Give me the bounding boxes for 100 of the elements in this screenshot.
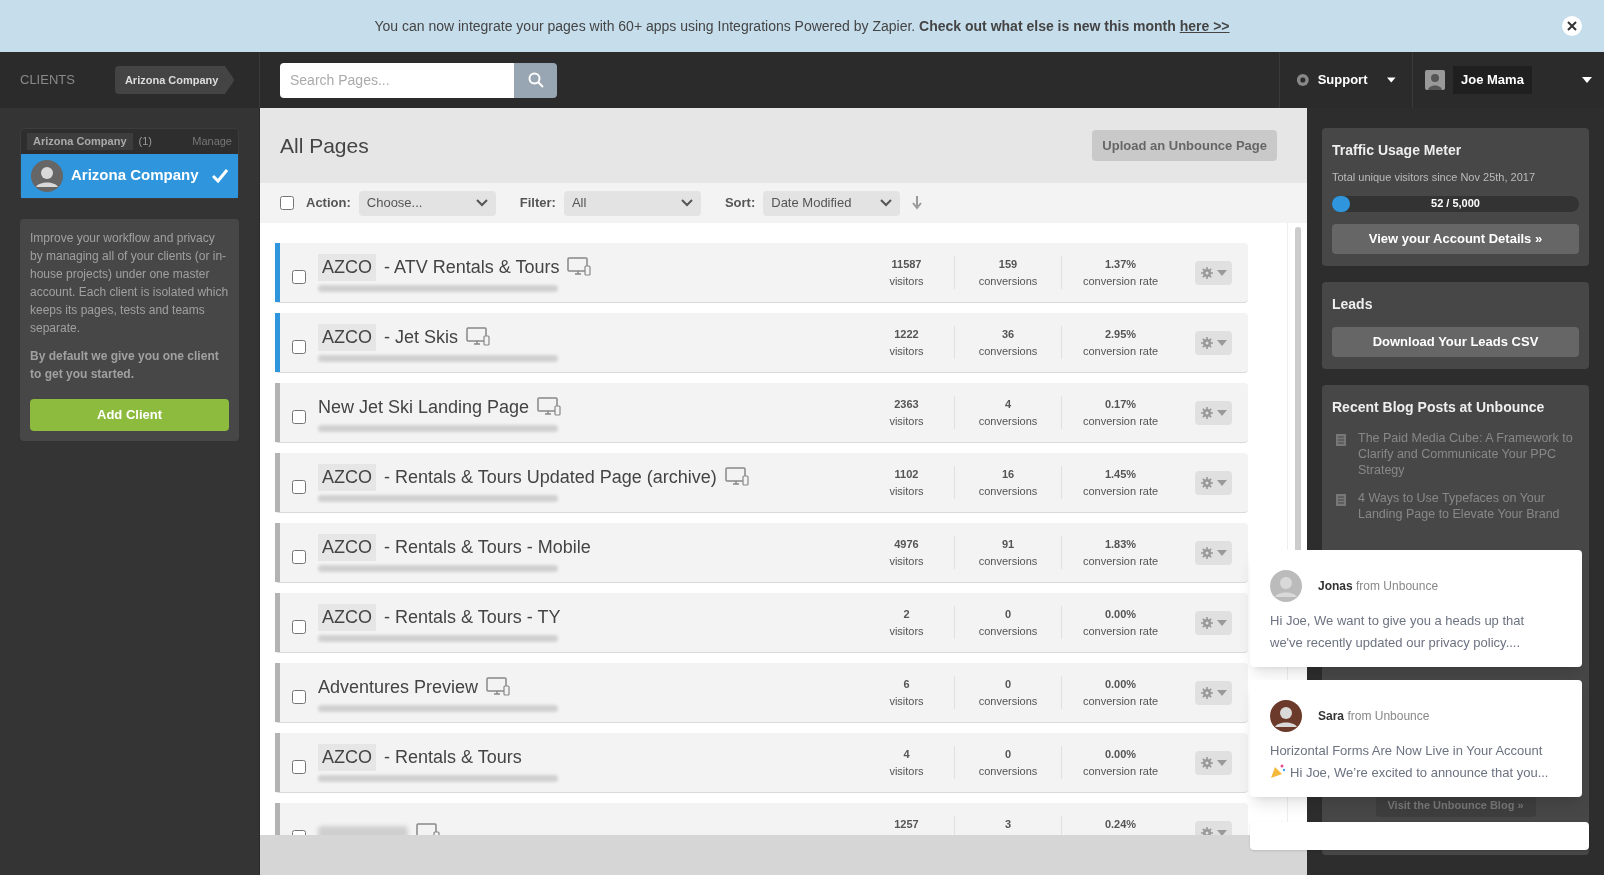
page-name[interactable]: - Rentals & Tours xyxy=(384,743,522,771)
stat-value: 0.00% xyxy=(1104,677,1137,692)
stat-label: conversion rate xyxy=(1082,763,1159,779)
stat-label: conversion rate xyxy=(1082,273,1159,289)
stat-value: 1257 xyxy=(894,817,919,833)
stat-label: visitors xyxy=(889,413,924,429)
stat-label: conversions xyxy=(978,623,1038,639)
page-name[interactable]: Adventures Preview xyxy=(318,673,479,701)
stat-label: conversion rate xyxy=(1082,413,1159,429)
page-name[interactable]: - ATV Rentals & Tours xyxy=(384,253,560,281)
stat-value: 0 xyxy=(1004,677,1012,692)
page-row[interactable]: New Jet Ski Landing Page 2363 visitors 4 conversions 0.17% conversion rate xyxy=(275,383,1248,443)
stat-value: 159 xyxy=(998,257,1018,272)
stat-label: conversions xyxy=(978,343,1038,359)
stat-label: conversion rate xyxy=(1082,483,1159,499)
stat-label: visitors xyxy=(889,343,924,359)
sort-dropdown[interactable]: Date Modified xyxy=(763,190,901,216)
stat-value: 3 xyxy=(1004,817,1012,833)
client-group-name: Arizona Company xyxy=(27,133,133,150)
stat-label: visitors xyxy=(889,693,924,709)
stat-value: 6 xyxy=(903,677,910,692)
stat-value: 1.37% xyxy=(1104,257,1137,272)
stat-label: conversions xyxy=(978,763,1038,779)
stat-value: 1222 xyxy=(894,327,919,342)
page-row[interactable]: AZCO - Rentals & Tours Updated Page (archive) 1102 visitors 16 conversions 1.45% conversion rate xyxy=(275,453,1248,513)
stat-label: conversions xyxy=(978,483,1038,499)
stat-value: 2 xyxy=(903,607,910,622)
stat-label: conversions xyxy=(978,693,1038,709)
stat-value: 0 xyxy=(1004,607,1012,622)
breadcrumb[interactable]: Arizona Company xyxy=(114,65,235,95)
stat-value: 2363 xyxy=(894,397,919,412)
client-tag: AZCO xyxy=(318,603,376,631)
notification-text: Horizontal Forms Are Now Live in Your Account Hi Joe, We’re excited to announce that you... xyxy=(1270,742,1550,782)
client-tag: AZCO xyxy=(318,533,376,561)
search-input[interactable]: Search Pages... xyxy=(280,62,514,98)
info-text: Improve your workflow and privacy by managing all of your clients (or in-house projects) under one master account. Each client is isolated which keeps its pages, tests and teams separate. xyxy=(30,229,229,337)
stat-value: 36 xyxy=(1001,327,1015,342)
blog-title: Recent Blog Posts at Unbounce xyxy=(1332,397,1546,417)
page-row[interactable]: Adventures Preview 6 visitors 0 conversions 0.00% conversion rate xyxy=(275,663,1248,723)
stat-value: 0.00% xyxy=(1104,747,1137,762)
page-row[interactable]: AZCO - Jet Skis 1222 visitors 36 conversions 2.95% conversion rate xyxy=(275,313,1248,373)
stat-label: visitors xyxy=(889,483,924,499)
page-name[interactable]: New Jet Ski Landing Page xyxy=(318,393,530,421)
stat-value: 0 xyxy=(1004,747,1012,762)
action-label: Action: xyxy=(306,194,351,213)
stat-label: conversion rate xyxy=(1082,693,1159,709)
notification-sender: Jonas from Unbounce xyxy=(1318,578,1439,595)
notification-toast[interactable]: Jonas from Unbounce Hi Joe, We want to give you a heads up that we've recently updated our privacy policy.... xyxy=(1250,550,1582,667)
sort-label: Sort: xyxy=(724,194,756,213)
stat-value: 0.24% xyxy=(1104,817,1137,833)
page-row[interactable]: AZCO - Rentals & Tours - Mobile 4976 visitors 91 conversions 1.83% conversion rate xyxy=(275,523,1248,583)
stat-label: conversions xyxy=(978,553,1038,569)
page-name[interactable]: - Rentals & Tours Updated Page (archive) xyxy=(384,463,717,491)
stat-value: 4 xyxy=(1004,397,1012,412)
stat-value: 4976 xyxy=(894,537,919,552)
page-title: All Pages xyxy=(280,132,369,159)
stat-value: 0.00% xyxy=(1104,607,1137,622)
stat-label: visitors xyxy=(889,623,924,639)
page-row[interactable]: 1257 3 0.24% xyxy=(275,803,1248,835)
client-tag: AZCO xyxy=(318,743,376,771)
stat-label: conversion rate xyxy=(1082,623,1159,639)
page-name[interactable]: - Rentals & Tours - Mobile xyxy=(384,533,591,561)
client-tag: AZCO xyxy=(318,323,376,351)
action-dropdown[interactable]: Choose... xyxy=(358,190,496,216)
stat-label: visitors xyxy=(889,763,924,779)
page-name[interactable]: - Rentals & Tours - TY xyxy=(384,603,561,631)
client-count: (1) xyxy=(138,134,152,149)
filter-dropdown[interactable]: All xyxy=(563,190,701,216)
user-menu[interactable]: Joe Mama xyxy=(1412,52,1604,108)
stat-label: conversions xyxy=(978,413,1038,429)
account-details-button[interactable]: View your Account Details » xyxy=(1332,223,1579,254)
search-field[interactable]: Search Pages... xyxy=(280,62,557,98)
stat-value: 0.17% xyxy=(1104,397,1137,412)
stat-label: conversion rate xyxy=(1082,343,1159,359)
page-row[interactable]: AZCO - Rentals & Tours - TY 2 visitors 0 conversions 0.00% conversion rate xyxy=(275,593,1248,653)
notification-sender: Sara from Unbounce xyxy=(1318,708,1430,725)
here-link[interactable]: here >> xyxy=(1179,17,1230,34)
stat-value: 1.45% xyxy=(1104,467,1137,482)
stat-label: visitors xyxy=(889,553,924,569)
notification-toast[interactable]: Sara from Unbounce Horizontal Forms Are Now Live in Your Account Hi Joe, We’re excited to announce that you... xyxy=(1250,680,1582,797)
stat-value: 2.95% xyxy=(1104,327,1137,342)
download-leads-button[interactable]: Download Your Leads CSV xyxy=(1332,326,1579,357)
stat-label: visitors xyxy=(889,273,924,289)
page-row[interactable]: AZCO - ATV Rentals & Tours 11587 visitors 159 conversions 1.37% conversion rate xyxy=(275,243,1248,303)
usage-reading: 52 / 5,000 xyxy=(1431,196,1480,212)
info-bold-text: By default we give you one client to get you started. xyxy=(30,347,220,383)
client-tag: AZCO xyxy=(318,463,376,491)
stat-value: 91 xyxy=(1001,537,1015,552)
page-row[interactable]: AZCO - Rentals & Tours 4 visitors 0 conversions 0.00% conversion rate xyxy=(275,733,1248,793)
stat-value: 1.83% xyxy=(1104,537,1137,552)
page-name[interactable]: - Jet Skis xyxy=(384,323,459,351)
traffic-subtitle: Total unique visitors since Nov 25th, 2017 xyxy=(1332,170,1536,185)
stat-value: 16 xyxy=(1001,467,1015,482)
filter-label: Filter: xyxy=(519,194,556,213)
clients-label[interactable]: CLIENTS xyxy=(20,70,75,90)
stat-value: 11587 xyxy=(891,257,922,272)
stat-label: conversion rate xyxy=(1082,553,1159,569)
stat-value: 4 xyxy=(903,747,910,762)
stat-label: conversions xyxy=(978,273,1038,289)
announcement-text: You can now integrate your pages with 60+ apps using Integrations Powered by Zapier. Check out what else is new this month here >> xyxy=(374,16,1230,36)
